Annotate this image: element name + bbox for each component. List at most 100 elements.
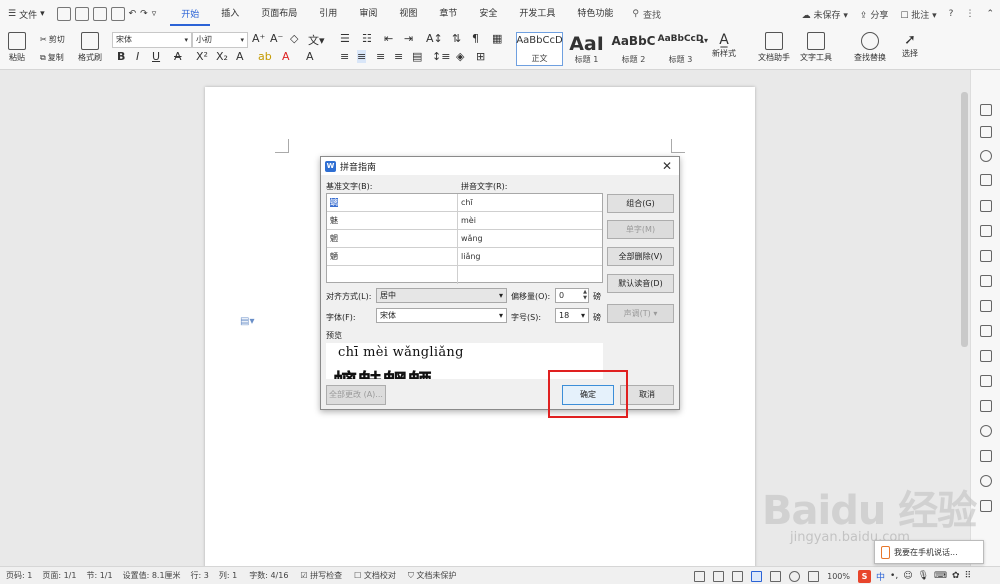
tab-home[interactable]: 开始 (170, 2, 211, 26)
show-marks-icon[interactable]: ¶ (472, 32, 479, 45)
menu-grid-icon[interactable]: ⠿ (965, 571, 972, 581)
row-info[interactable]: 行: 3 (191, 570, 209, 581)
align-right-icon[interactable]: ≡ (376, 50, 385, 63)
bag-icon[interactable] (980, 350, 992, 362)
grow-font-icon[interactable]: A⁺ (252, 32, 265, 45)
tool-icon[interactable] (980, 325, 992, 337)
base-text-cell[interactable]: 魉 (327, 248, 458, 266)
clear-all-button[interactable]: 全部删除(V) (607, 247, 674, 266)
bullet-list-icon[interactable]: ☰ (340, 32, 350, 45)
doc-helper-button[interactable]: 文档助手 (758, 32, 790, 63)
style-heading-3[interactable]: AaBbCcD 标题 3 (657, 32, 704, 66)
tab-view[interactable]: 视图 (388, 0, 428, 28)
cut-button[interactable]: ✂ 剪切 (40, 34, 65, 45)
superscript-icon[interactable]: X² (196, 50, 208, 63)
zoom-level[interactable]: 100% (827, 572, 850, 581)
tab-page-layout[interactable]: 页面布局 (250, 0, 308, 28)
paste-button[interactable]: 粘贴 (8, 32, 26, 63)
unsaved-status[interactable]: ☁ 未保存 ▾ (802, 8, 848, 21)
ruby-text-cell[interactable]: mèi (458, 212, 602, 230)
justify-icon[interactable]: ≡ (394, 50, 403, 63)
share-button[interactable]: ⇪ 分享 (860, 8, 888, 21)
offset-stepper[interactable]: 0 ▲ ▼ (555, 288, 589, 303)
help-button[interactable]: ? (949, 9, 954, 19)
location-icon[interactable] (980, 150, 992, 162)
style-normal[interactable]: AaBbCcD 正文 (516, 32, 563, 66)
view-edit-icon[interactable] (732, 570, 744, 582)
shrink-font-icon[interactable]: A⁻ (270, 32, 283, 45)
ime-mode[interactable]: 中 (876, 570, 885, 583)
text-highlight-icon[interactable]: ab (258, 50, 272, 63)
view-eye-icon[interactable] (808, 570, 820, 582)
increase-indent-icon[interactable]: ⇥ (404, 32, 413, 45)
style-scroll-icon[interactable]: ▴▾ (700, 36, 708, 45)
base-text-cell[interactable]: 魍 (327, 230, 458, 248)
column-info[interactable]: 列: 1 (219, 570, 237, 581)
apply-all-button[interactable]: 全部更改 (A)... (326, 385, 386, 405)
keyboard-icon[interactable]: ⌨ (934, 571, 947, 581)
history-icon[interactable] (980, 475, 992, 487)
spin-arrows-icon[interactable]: ▲ ▼ (583, 289, 587, 301)
microphone-icon[interactable]: 🎙 (918, 571, 929, 581)
print-preview-icon[interactable] (110, 7, 125, 21)
protection-button[interactable]: ⛉ 文档未保护 (408, 570, 457, 581)
tab-security[interactable]: 安全 (468, 0, 508, 28)
customize-icon[interactable]: ▿ (152, 9, 157, 19)
bold-button[interactable]: B (117, 50, 125, 63)
page-number[interactable]: 页码: 1 (6, 570, 32, 581)
tab-features[interactable]: 特色功能 (566, 0, 624, 28)
punctuation-icon[interactable]: •, (890, 571, 898, 581)
new-style-button[interactable]: A̲ 新样式 (712, 32, 736, 59)
ruby-text-cell[interactable] (458, 266, 602, 284)
redo-icon[interactable]: ↷ (140, 9, 148, 19)
skin-icon[interactable]: ✿ (952, 571, 960, 581)
panel-icon[interactable] (980, 400, 992, 412)
help-circle-icon[interactable] (980, 425, 992, 437)
highlight-icon[interactable]: A (236, 50, 244, 63)
subscript-icon[interactable]: X₂ (216, 50, 228, 63)
font-size-select[interactable]: 小初 ▾ (192, 32, 248, 48)
font-select[interactable]: 宋体 ▾ (376, 308, 507, 323)
select-button[interactable]: ➚ 选择 (902, 32, 918, 59)
shading-icon[interactable]: ◈ (456, 50, 464, 63)
view-book-icon[interactable] (713, 570, 725, 582)
undo-icon[interactable]: ↶ (129, 9, 137, 19)
ruby-text-cell[interactable]: liǎng (458, 248, 602, 266)
word-count[interactable]: 字数: 4/16 (249, 570, 288, 581)
style-heading-1[interactable]: AaI 标题 1 (563, 32, 610, 66)
settings-slider-icon[interactable] (980, 275, 992, 287)
alignment-select[interactable]: 居中 ▾ (376, 288, 507, 303)
tone-button[interactable]: 声调(T) ▾ (607, 304, 674, 323)
view-fullscreen-icon[interactable] (694, 570, 706, 582)
dialog-titlebar[interactable]: W 拼音指南 (321, 157, 679, 175)
size-select[interactable]: 18 ▾ (555, 308, 589, 323)
crop-tool-icon[interactable] (980, 375, 992, 387)
page-count[interactable]: 页面: 1/1 (42, 570, 76, 581)
close-icon[interactable]: ✕ (662, 159, 672, 173)
group-button[interactable]: 组合(G) (607, 194, 674, 213)
base-text-cell[interactable]: 螭 (327, 194, 458, 212)
phone-tip-popup[interactable]: 我要在手机说话... (874, 540, 984, 564)
view-page-icon[interactable] (751, 570, 763, 582)
align-left-icon[interactable]: ≡ (340, 50, 349, 63)
default-reading-button[interactable]: 默认读音(D) (607, 274, 674, 293)
image-icon[interactable] (980, 225, 992, 237)
copy-doc-icon[interactable] (980, 300, 992, 312)
print-icon[interactable] (92, 7, 107, 21)
proofread-button[interactable]: ☐ 文档校对 (354, 570, 396, 581)
format-painter-button[interactable]: 格式刷 (78, 32, 102, 63)
position-info[interactable]: 设置值: 8.1厘米 (123, 570, 181, 581)
decrease-indent-icon[interactable]: ⇤ (384, 32, 393, 45)
borders-icon[interactable]: ⊞ (476, 50, 485, 63)
more-icon[interactable]: ⋮ (965, 9, 974, 19)
collapse-icon[interactable]: ⌃ (986, 9, 994, 19)
tab-chapter[interactable]: 章节 (428, 0, 468, 28)
tab-developer[interactable]: 开发工具 (508, 0, 566, 28)
pointer-icon[interactable] (980, 126, 992, 138)
tab-review[interactable]: 审阅 (348, 0, 388, 28)
line-spacing-icon[interactable]: ↕≡ (432, 50, 450, 63)
strikethrough-icon[interactable]: A (174, 50, 182, 63)
font-color-icon[interactable]: A (282, 50, 290, 63)
tab-insert[interactable]: 插入 (210, 0, 250, 28)
tab-references[interactable]: 引用 (308, 0, 348, 28)
